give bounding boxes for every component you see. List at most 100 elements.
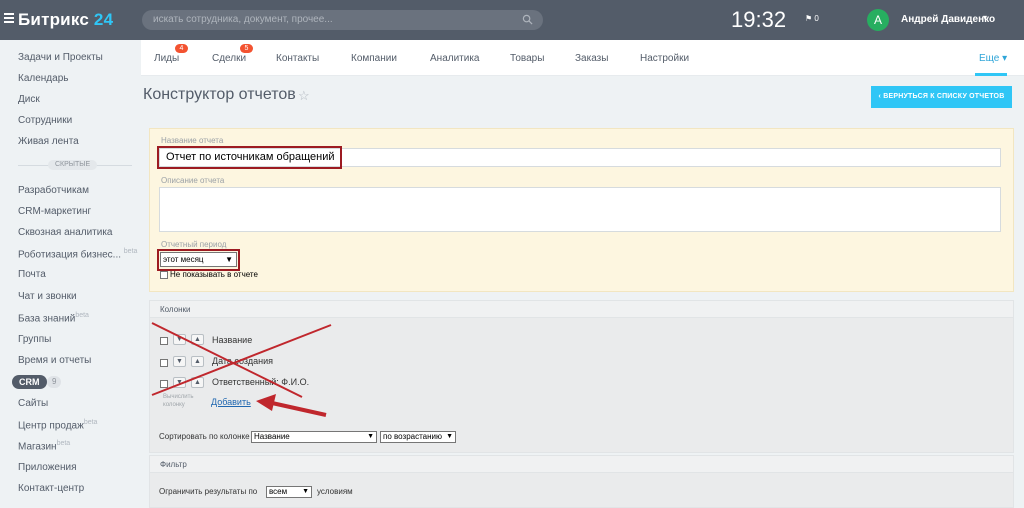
hidden-separator[interactable]: СКРЫТЫЕ — [18, 160, 132, 170]
search-icon[interactable] — [522, 14, 533, 25]
filter-header: Фильтр — [149, 455, 1014, 473]
hide-period-label: Не показывать в отчете — [170, 270, 258, 279]
crm-counter: 9 — [47, 376, 62, 388]
column-row-label: Ответственный: Ф.И.О. — [212, 377, 310, 387]
sidebar-item-sales-center[interactable]: Центр продажbeta — [18, 419, 97, 431]
sidebar-item-chat[interactable]: Чат и звонки — [18, 291, 77, 302]
sidebar-item-disk[interactable]: Диск — [18, 94, 40, 105]
sidebar-item-calendar[interactable]: Календарь — [18, 73, 68, 84]
beta-badge: beta — [56, 440, 71, 447]
sidebar-item-label: Роботизация бизнес... — [18, 249, 121, 261]
sort-label: Сортировать по колонке — [159, 432, 250, 441]
period-select[interactable]: этот месяц ▼ — [160, 252, 237, 267]
column-checkbox[interactable] — [160, 359, 168, 367]
user-name[interactable]: Андрей Давиденко — [901, 14, 995, 25]
sidebar-item-label: Магазин — [18, 441, 57, 453]
sidebar-item-label: Центр продаж — [18, 420, 84, 432]
move-down-button[interactable]: ▼ — [173, 334, 186, 345]
sidebar-item-groups[interactable]: Группы — [18, 334, 51, 345]
move-down-button[interactable]: ▼ — [173, 356, 186, 367]
sidebar-item-crm-marketing[interactable]: CRM-маркетинг — [18, 206, 91, 217]
dropdown-arrow-icon: ▼ — [225, 255, 233, 264]
beta-badge: beta — [75, 312, 89, 319]
tab-companies[interactable]: Компании — [351, 53, 397, 64]
tab-deals[interactable]: Сделки — [212, 53, 246, 64]
top-bar: Битрикс 24 искать сотрудника, документ, … — [0, 0, 1024, 40]
move-up-button[interactable]: ▲ — [191, 334, 204, 345]
column-row-label: Дата создания — [212, 356, 273, 366]
dropdown-arrow-icon: ▼ — [446, 433, 453, 440]
chevron-down-icon: ▾ — [1002, 53, 1008, 64]
tab-more[interactable]: Еще ▾ — [979, 53, 1007, 64]
chevron-down-icon[interactable]: ▾ — [983, 13, 987, 22]
avatar[interactable]: А — [867, 9, 889, 31]
sidebar-item-time[interactable]: Время и отчеты — [18, 355, 91, 366]
report-name-label: Название отчета — [161, 136, 224, 145]
leads-badge: 4 — [175, 44, 188, 53]
sidebar-item-knowledge[interactable]: База знанийbeta — [18, 312, 89, 324]
sidebar-item-analytics[interactable]: Сквозная аналитика — [18, 227, 113, 238]
sort-order-select[interactable]: по возрастанию ▼ — [380, 431, 456, 443]
sidebar-item-robotization[interactable]: Роботизация бизнес... beta — [18, 248, 137, 260]
clock[interactable]: 19:32 — [731, 7, 786, 33]
logo-text: Битрикс — [18, 10, 89, 29]
tab-leads[interactable]: Лиды — [154, 53, 179, 64]
tab-orders[interactable]: Заказы — [575, 53, 608, 64]
search-input[interactable]: искать сотрудника, документ, прочее... — [142, 10, 543, 30]
search-placeholder: искать сотрудника, документ, прочее... — [153, 14, 333, 25]
column-row-label: Название — [212, 335, 253, 345]
sidebar-item-mail[interactable]: Почта — [18, 269, 46, 280]
deals-badge: 5 — [240, 44, 253, 53]
sidebar-item-label: База знаний — [18, 313, 76, 325]
calc-column-hint: Вычислить колонку — [163, 394, 194, 408]
limit-value: всем — [269, 487, 288, 496]
sort-order-value: по возрастанию — [383, 432, 442, 441]
hide-period-checkbox[interactable] — [160, 271, 168, 279]
sidebar-item-developers[interactable]: Разработчикам — [18, 185, 89, 196]
limit-select[interactable]: всем ▼ — [266, 486, 312, 498]
column-checkbox[interactable] — [160, 337, 168, 345]
flag-counter[interactable]: ⚑ 0 — [805, 14, 819, 23]
tab-contacts[interactable]: Контакты — [276, 53, 319, 64]
tab-more-label: Еще — [979, 53, 1000, 64]
sidebar-item-shop[interactable]: Магазинbeta — [18, 440, 70, 452]
sort-column-select[interactable]: Название ▼ — [251, 431, 377, 443]
tab-products[interactable]: Товары — [510, 53, 544, 64]
sidebar-item-crm[interactable]: CRM — [12, 375, 47, 389]
sidebar-item-feed[interactable]: Живая лента — [18, 136, 79, 147]
page-title: Конструктор отчетов — [143, 86, 296, 103]
columns-header: Колонки — [149, 300, 1014, 318]
limit-label: Ограничить результаты по — [159, 487, 258, 496]
logo[interactable]: Битрикс 24 — [18, 10, 113, 30]
menu-icon[interactable] — [4, 13, 14, 23]
report-description-label: Описание отчета — [161, 176, 225, 185]
dropdown-arrow-icon: ▼ — [302, 488, 309, 495]
sort-column-value: Название — [254, 432, 290, 441]
sidebar-item-sites[interactable]: Сайты — [18, 398, 48, 409]
star-icon[interactable]: ☆ — [298, 88, 310, 104]
sidebar-item-employees[interactable]: Сотрудники — [18, 115, 72, 126]
sidebar-item-apps[interactable]: Приложения — [18, 462, 77, 473]
period-value: этот месяц — [163, 255, 204, 264]
report-description-input[interactable] — [159, 187, 1001, 232]
flag-count: 0 — [814, 14, 819, 23]
tab-settings[interactable]: Настройки — [640, 53, 689, 64]
column-checkbox[interactable] — [160, 380, 168, 388]
period-label: Отчетный период — [161, 240, 227, 249]
chevron-left-icon: ‹ — [878, 93, 882, 100]
move-down-button[interactable]: ▼ — [173, 377, 186, 388]
sidebar-item-tasks[interactable]: Задачи и Проекты — [18, 52, 103, 63]
conditions-label: условиям — [317, 487, 353, 496]
active-tab-indicator — [975, 73, 1007, 76]
move-up-button[interactable]: ▲ — [191, 377, 204, 388]
add-column-link[interactable]: Добавить — [211, 397, 251, 407]
tab-analytics[interactable]: Аналитика — [430, 53, 480, 64]
hidden-label: СКРЫТЫЕ — [48, 160, 98, 170]
back-button-label: ВЕРНУТЬСЯ К СПИСКУ ОТЧЕТОВ — [883, 93, 1005, 100]
back-to-reports-button[interactable]: ‹ ВЕРНУТЬСЯ К СПИСКУ ОТЧЕТОВ — [871, 86, 1012, 108]
beta-badge: beta — [123, 248, 138, 255]
beta-badge: beta — [83, 419, 98, 426]
sidebar-item-contact-center[interactable]: Контакт-центр — [18, 483, 84, 494]
move-up-button[interactable]: ▲ — [191, 356, 204, 367]
filter-title: Фильтр — [160, 460, 187, 469]
